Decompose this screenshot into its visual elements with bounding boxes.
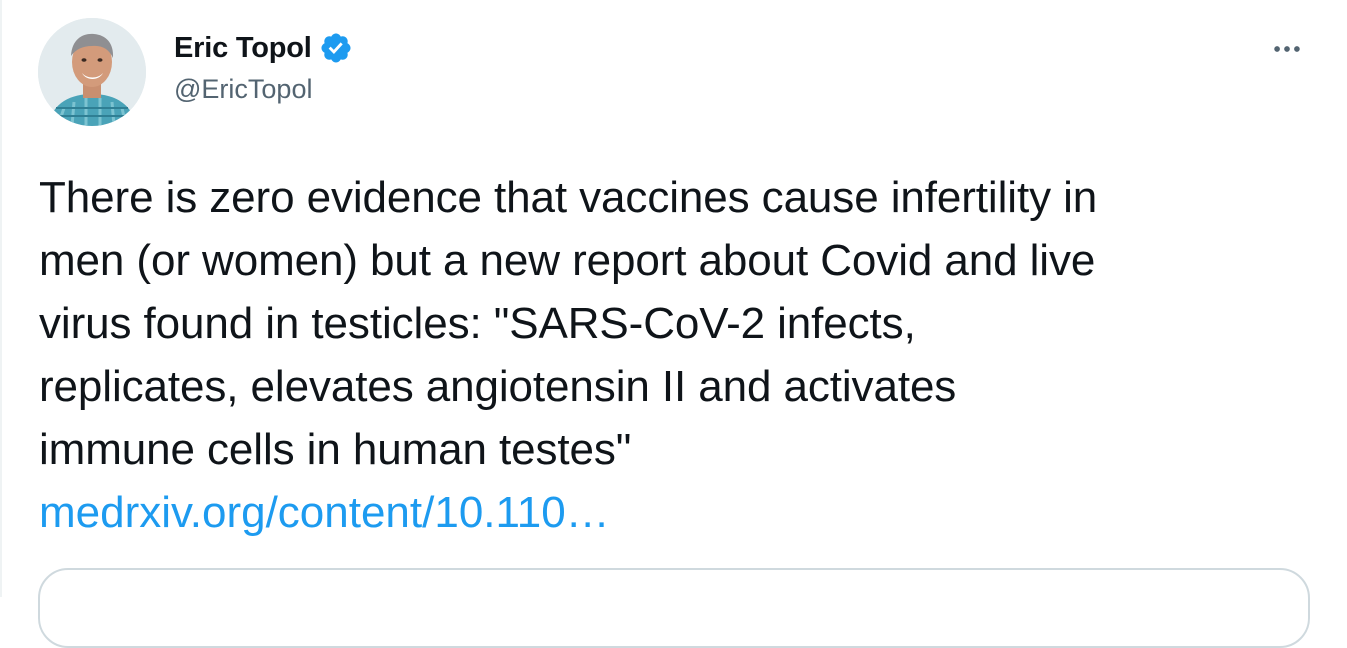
avatar[interactable] xyxy=(38,18,146,126)
tweet-link[interactable]: medrxiv.org/content/10.110… xyxy=(39,481,610,544)
timeline-divider xyxy=(0,0,2,597)
link-card-preview[interactable] xyxy=(38,568,1310,648)
tweet-author[interactable]: Eric Topol @EricTopol xyxy=(174,28,353,105)
author-name-row: Eric Topol xyxy=(174,28,353,68)
verified-badge-icon xyxy=(319,31,353,65)
more-horizontal-icon xyxy=(1274,46,1300,52)
more-options-button[interactable] xyxy=(1264,26,1310,72)
tweet-text: There is zero evidence that vaccines cau… xyxy=(39,173,1098,474)
profile-photo-icon xyxy=(38,18,146,126)
author-display-name[interactable]: Eric Topol xyxy=(174,32,312,65)
author-handle[interactable]: @EricTopol xyxy=(174,74,353,105)
